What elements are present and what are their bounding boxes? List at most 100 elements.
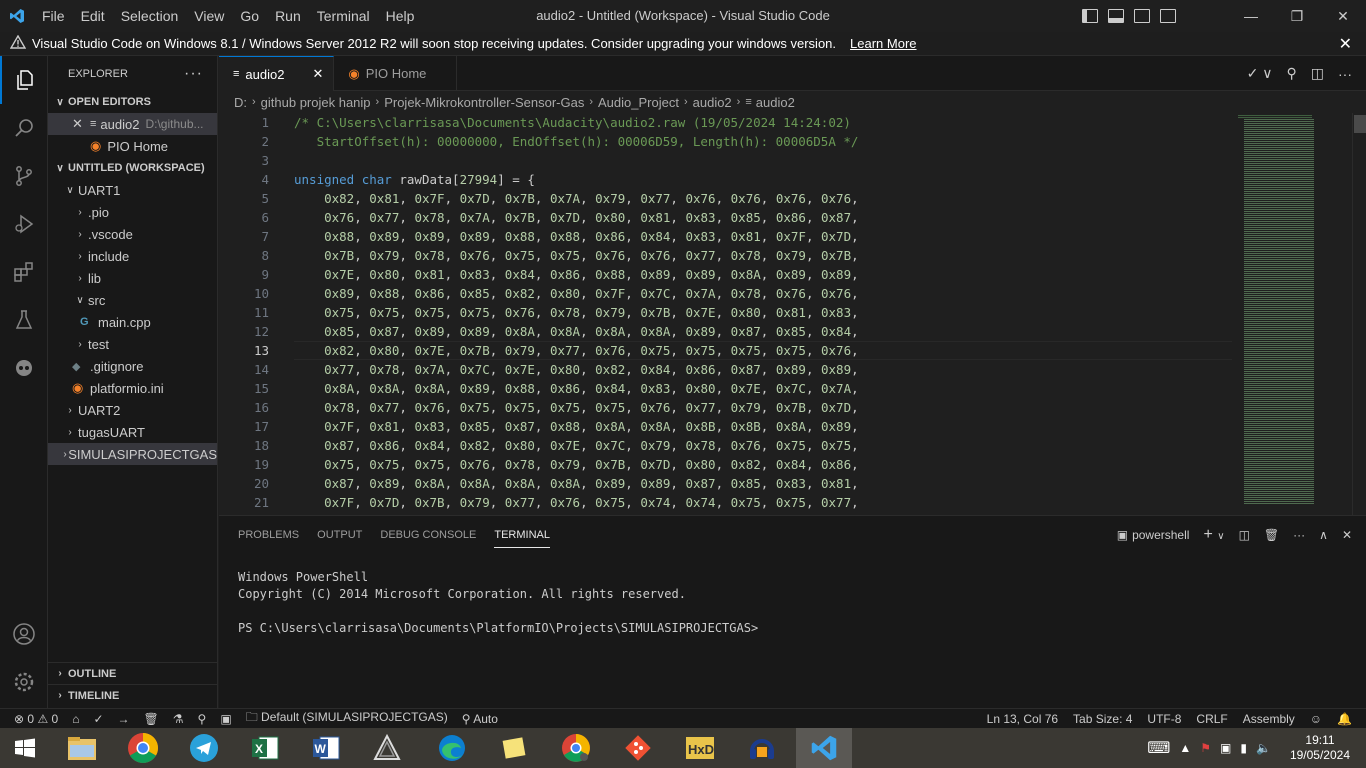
more-actions-icon[interactable]: ···: [1293, 528, 1305, 542]
pio-monitor-icon[interactable]: ⚲: [198, 712, 207, 726]
tree-item-main-cpp[interactable]: Gmain.cpp: [48, 311, 217, 333]
minimize-button[interactable]: —: [1228, 0, 1274, 32]
notifications-bell-icon[interactable]: 🔔: [1337, 712, 1352, 726]
code-editor[interactable]: 1 2 3 4 5 6 7 8 9 10 11 12 13 14 15 16 17 18 19 20 21 /* C:\…: [219, 113, 1366, 515]
tree-item-pio[interactable]: › .pio: [48, 201, 217, 223]
open-editor-pio-home[interactable]: ◉ PIO Home: [48, 135, 217, 157]
vscode-taskbar-icon[interactable]: [796, 728, 852, 768]
close-window-button[interactable]: ✕: [1320, 0, 1366, 32]
edge-taskbar-icon[interactable]: [424, 728, 480, 768]
breadcrumb-item[interactable]: github projek hanip: [261, 95, 371, 110]
breadcrumb-item[interactable]: D:: [234, 95, 247, 110]
clock[interactable]: 19:11 19/05/2024: [1280, 733, 1360, 763]
git-taskbar-icon[interactable]: [610, 728, 666, 768]
open-editor-audio2[interactable]: ✕ ≡ audio2 D:\github...: [48, 113, 217, 135]
menu-view[interactable]: View: [186, 0, 232, 32]
audacity-taskbar-icon[interactable]: [734, 728, 790, 768]
pio-terminal-icon[interactable]: ▣: [220, 712, 231, 726]
signal-icon[interactable]: ▮: [1240, 741, 1247, 755]
pio-upload-icon[interactable]: →: [118, 712, 130, 726]
tab-problems[interactable]: PROBLEMS: [238, 523, 299, 547]
hxd-taskbar-icon[interactable]: HxD: [672, 728, 728, 768]
network-flag-icon[interactable]: ⚑: [1200, 741, 1211, 755]
customize-layout-icon[interactable]: [1160, 9, 1176, 23]
learn-more-link[interactable]: Learn More: [850, 36, 916, 51]
accounts-status-icon[interactable]: ☺: [1310, 712, 1322, 726]
tree-item-uart2[interactable]: › UART2: [48, 399, 217, 421]
word-taskbar-icon[interactable]: W: [298, 728, 354, 768]
toggle-panel-icon[interactable]: [1108, 9, 1124, 23]
pio-build-icon[interactable]: ✓: [93, 712, 103, 726]
pio-plug-icon[interactable]: ⚲: [1287, 65, 1297, 82]
tab-audio2[interactable]: ≡ audio2 ✕: [219, 56, 335, 91]
show-hidden-icons-icon[interactable]: ▲: [1179, 741, 1191, 755]
check-icon[interactable]: ✓ ∨: [1247, 65, 1273, 82]
chrome-profile-taskbar-icon[interactable]: [548, 728, 604, 768]
close-notification-icon[interactable]: ✕: [1339, 34, 1352, 54]
split-editor-icon[interactable]: ◫: [1311, 65, 1324, 82]
pio-clean-icon[interactable]: 🗑: [144, 712, 159, 726]
inkscape-taskbar-icon[interactable]: [359, 728, 415, 768]
close-tab-icon[interactable]: ✕: [312, 66, 323, 82]
open-editors-section[interactable]: ∨ OPEN EDITORS: [48, 91, 217, 113]
breadcrumb-item[interactable]: Projek-Mikrokontroller-Sensor-Gas: [384, 95, 584, 110]
close-editor-icon[interactable]: ✕: [72, 116, 90, 132]
new-terminal-icon[interactable]: + ∨: [1203, 526, 1224, 544]
menu-selection[interactable]: Selection: [113, 0, 187, 32]
tree-item-test[interactable]: › test: [48, 333, 217, 355]
end-of-line[interactable]: CRLF: [1196, 712, 1227, 726]
tab-terminal[interactable]: TERMINAL: [494, 523, 550, 548]
run-debug-icon[interactable]: [0, 200, 48, 248]
excel-taskbar-icon[interactable]: X: [237, 728, 293, 768]
toggle-secondary-sidebar-icon[interactable]: [1134, 9, 1150, 23]
tree-item-lib[interactable]: › lib: [48, 267, 217, 289]
terminal-prompt[interactable]: PS C:\Users\clarrisasa\Documents\Platfor…: [238, 620, 758, 637]
menu-edit[interactable]: Edit: [73, 0, 113, 32]
tree-item-src[interactable]: ∨ src: [48, 289, 217, 311]
chrome-taskbar-icon[interactable]: [115, 728, 171, 768]
tab-size[interactable]: Tab Size: 4: [1073, 712, 1132, 726]
telegram-taskbar-icon[interactable]: [176, 728, 232, 768]
tab-output[interactable]: OUTPUT: [317, 523, 362, 547]
auto-port[interactable]: ⚲ Auto: [462, 712, 498, 726]
tab-debug-console[interactable]: DEBUG CONSOLE: [380, 523, 476, 547]
accounts-icon[interactable]: [0, 610, 48, 658]
problems-status[interactable]: ⊗ 0 ⚠ 0: [14, 712, 58, 726]
devices-icon[interactable]: ▣: [1220, 741, 1231, 755]
tree-item-uart1[interactable]: ∨ UART1: [48, 179, 217, 201]
maximize-panel-icon[interactable]: ∧: [1319, 528, 1328, 542]
search-icon[interactable]: [0, 104, 48, 152]
menu-help[interactable]: Help: [378, 0, 423, 32]
vertical-scrollbar[interactable]: [1352, 113, 1366, 515]
split-terminal-icon[interactable]: ◫: [1239, 528, 1250, 542]
pio-home-icon[interactable]: ⌂: [72, 712, 79, 726]
restore-button[interactable]: ❐: [1274, 0, 1320, 32]
platformio-alien-icon[interactable]: [0, 344, 48, 392]
sticky-notes-taskbar-icon[interactable]: [486, 728, 542, 768]
workspace-section[interactable]: ∨ UNTITLED (WORKSPACE): [48, 157, 217, 179]
tree-item-include[interactable]: › include: [48, 245, 217, 267]
volume-icon[interactable]: 🔈: [1256, 741, 1271, 755]
breadcrumb-item[interactable]: audio2: [756, 95, 795, 110]
tree-item-tugasuart[interactable]: › tugasUART: [48, 421, 217, 443]
source-control-icon[interactable]: [0, 152, 48, 200]
start-button[interactable]: [0, 728, 50, 768]
tree-item-vscode[interactable]: › .vscode: [48, 223, 217, 245]
encoding[interactable]: UTF-8: [1147, 712, 1181, 726]
language-mode[interactable]: Assembly: [1243, 712, 1295, 726]
kill-terminal-icon[interactable]: 🗑: [1264, 528, 1279, 542]
menu-terminal[interactable]: Terminal: [309, 0, 378, 32]
menu-run[interactable]: Run: [267, 0, 309, 32]
outline-section[interactable]: › OUTLINE: [48, 662, 218, 684]
testing-flask-icon[interactable]: [0, 296, 48, 344]
menu-go[interactable]: Go: [232, 0, 267, 32]
menu-file[interactable]: File: [34, 0, 73, 32]
more-actions-icon[interactable]: ···: [1338, 66, 1352, 82]
file-explorer-taskbar-icon[interactable]: [54, 728, 110, 768]
shell-name[interactable]: powershell: [1132, 528, 1189, 542]
close-panel-icon[interactable]: ✕: [1342, 528, 1352, 542]
more-actions-icon[interactable]: ···: [184, 65, 203, 83]
extensions-icon[interactable]: [0, 248, 48, 296]
pio-test-icon[interactable]: ⚗: [173, 712, 184, 726]
tree-item-platformio-ini[interactable]: ◉ platformio.ini: [48, 377, 217, 399]
